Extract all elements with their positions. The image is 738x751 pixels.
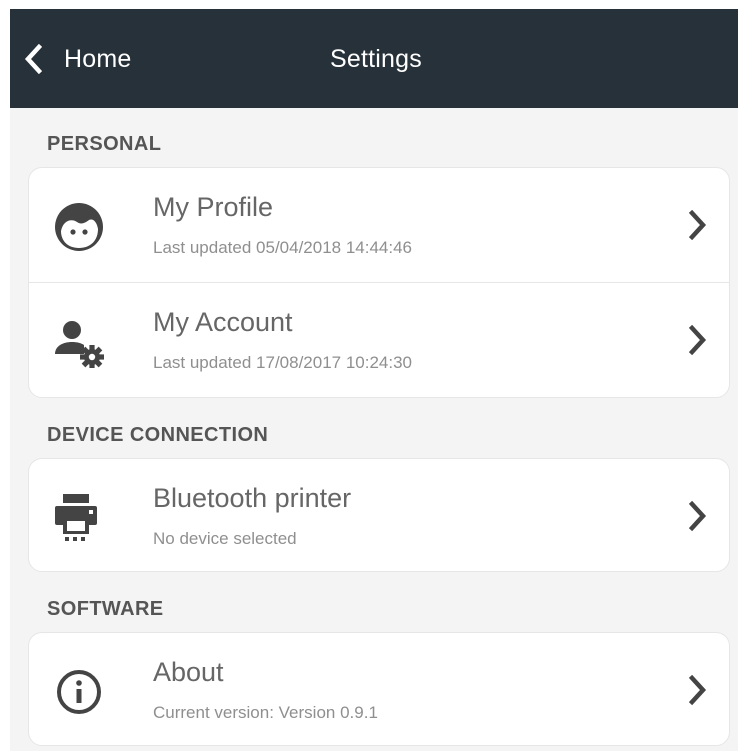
top-bar: Home Settings <box>10 9 738 108</box>
device-connection-card: Bluetooth printer No device selected <box>28 458 730 572</box>
section-header-device-connection: DEVICE CONNECTION <box>47 424 269 446</box>
page-title: Settings <box>330 45 422 73</box>
info-icon <box>53 666 105 718</box>
chevron-right-icon <box>689 210 707 240</box>
printer-icon <box>53 492 105 544</box>
profile-face-icon <box>53 201 105 253</box>
list-item-my-profile[interactable]: My Profile Last updated 05/04/2018 14:44… <box>29 168 729 282</box>
back-label: Home <box>64 44 132 73</box>
item-title: My Profile <box>153 192 274 222</box>
section-header-software: SOFTWARE <box>47 598 164 620</box>
software-card: About Current version: Version 0.9.1 <box>28 632 730 746</box>
settings-screen: Home Settings PERSONAL My Profile Last u… <box>10 9 738 751</box>
item-title: My Account <box>153 307 293 337</box>
chevron-left-icon <box>24 44 42 74</box>
list-item-about[interactable]: About Current version: Version 0.9.1 <box>29 633 729 745</box>
personal-card: My Profile Last updated 05/04/2018 14:44… <box>28 167 730 398</box>
section-header-personal: PERSONAL <box>47 133 162 155</box>
item-subtitle: Last updated 05/04/2018 14:44:46 <box>153 238 413 257</box>
item-subtitle: No device selected <box>153 529 297 548</box>
account-settings-icon <box>53 316 105 368</box>
item-title: Bluetooth printer <box>153 483 352 513</box>
chevron-right-icon <box>689 501 707 531</box>
list-item-bluetooth-printer[interactable]: Bluetooth printer No device selected <box>29 459 729 571</box>
back-button[interactable]: Home <box>24 39 132 79</box>
item-subtitle: Current version: Version 0.9.1 <box>153 703 378 722</box>
item-title: About <box>153 657 224 687</box>
chevron-right-icon <box>689 325 707 355</box>
item-subtitle: Last updated 17/08/2017 10:24:30 <box>153 353 413 372</box>
chevron-right-icon <box>689 675 707 705</box>
list-item-my-account[interactable]: My Account Last updated 17/08/2017 10:24… <box>29 282 729 397</box>
